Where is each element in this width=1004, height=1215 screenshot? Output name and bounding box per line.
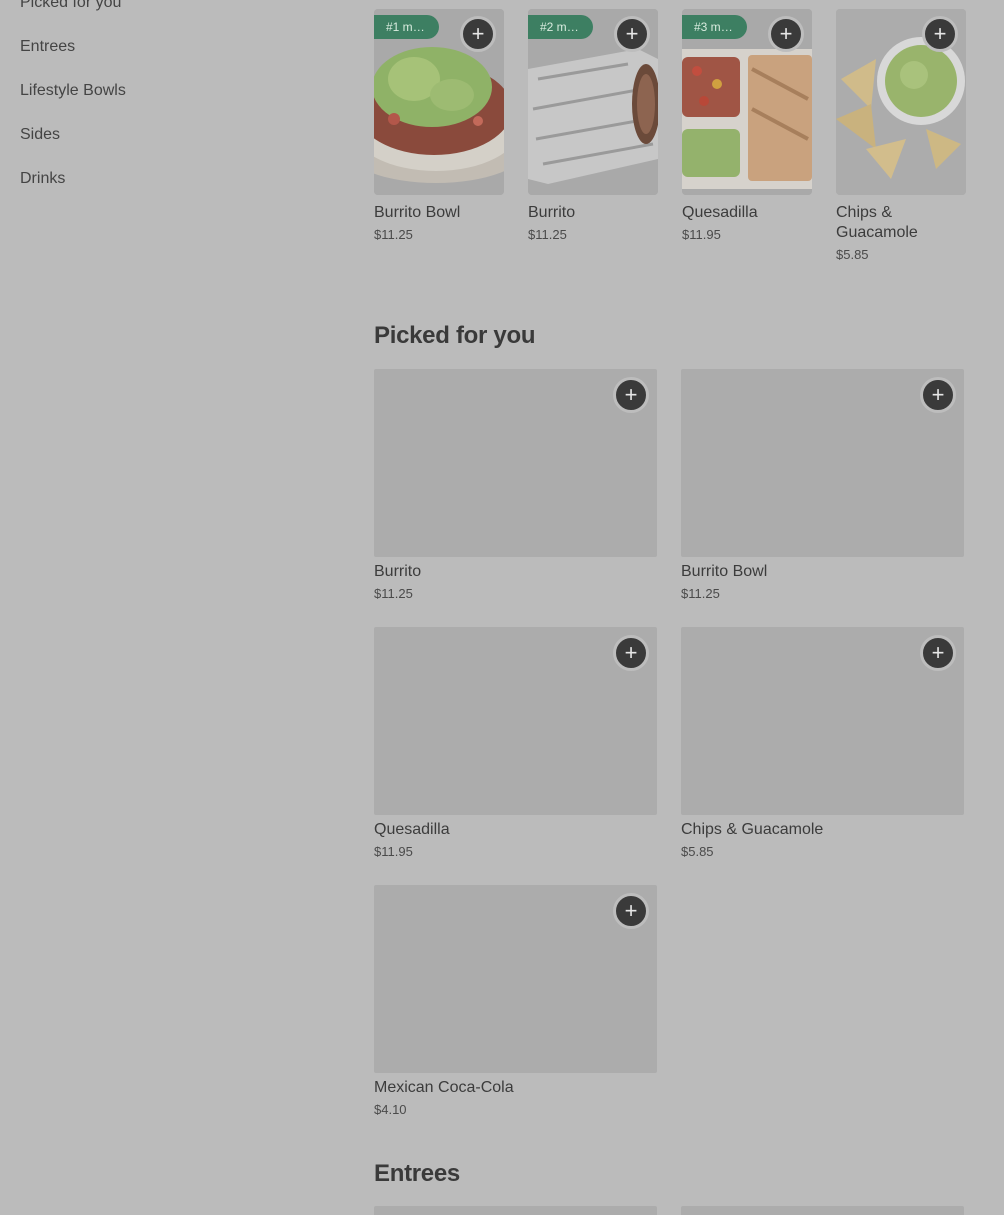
item-price: $11.25: [374, 227, 413, 242]
item-name: Burrito: [374, 563, 422, 580]
add-to-cart-button[interactable]: +: [614, 16, 650, 52]
sidebar-item-entrees[interactable]: Entrees: [20, 32, 320, 76]
plus-icon: +: [931, 640, 945, 665]
rank-badge: #1 most liked: [374, 15, 439, 39]
item-image-placeholder: +: [681, 369, 964, 557]
plus-icon: +: [931, 382, 945, 407]
item-name: Quesadilla: [374, 821, 450, 838]
menu-item-card[interactable]: + Mexican Coca-Cola $4.10: [374, 885, 657, 1118]
section-title-entrees: Entrees: [374, 1160, 460, 1187]
sidebar-item-sides[interactable]: Sides: [20, 120, 320, 164]
item-price: $11.95: [374, 844, 413, 859]
section-title-picked-for-you: Picked for you: [374, 322, 536, 349]
add-to-cart-button[interactable]: +: [613, 893, 649, 929]
category-sidebar: Picked for you Entrees Lifestyle Bowls S…: [20, 0, 320, 208]
add-to-cart-button[interactable]: +: [920, 377, 956, 413]
popular-item-card[interactable]: #3 most liked + Quesadilla $11.95: [682, 9, 812, 263]
item-image-placeholder[interactable]: [681, 1206, 964, 1215]
plus-icon: +: [779, 21, 793, 46]
item-image-placeholder: +: [374, 885, 657, 1073]
item-image-placeholder: +: [374, 627, 657, 815]
plus-icon: +: [624, 640, 638, 665]
item-image-placeholder[interactable]: [374, 1206, 657, 1215]
add-to-cart-button[interactable]: +: [922, 16, 958, 52]
item-name: Burrito Bowl: [374, 204, 461, 221]
rank-badge: #3 most liked: [682, 15, 747, 39]
item-name: Burrito: [528, 204, 576, 221]
add-to-cart-button[interactable]: +: [920, 635, 956, 671]
item-name: Mexican Coca-Cola: [374, 1079, 514, 1096]
item-image-placeholder: +: [374, 369, 657, 557]
item-name: Burrito Bowl: [681, 563, 768, 580]
plus-icon: +: [933, 21, 947, 46]
popular-items-row: #1 most liked + Burrito Bowl $11.25 #2 m…: [374, 9, 966, 263]
item-name: Chips & Guacamole: [681, 821, 824, 838]
popular-item-card[interactable]: + Chips & Guacamole $5.85: [836, 9, 966, 263]
item-price: $11.25: [528, 227, 567, 242]
plus-icon: +: [625, 21, 639, 46]
sidebar-item-lifestyle-bowls[interactable]: Lifestyle Bowls: [20, 76, 320, 120]
item-price: $11.95: [682, 227, 721, 242]
add-to-cart-button[interactable]: +: [460, 16, 496, 52]
menu-item-card[interactable]: + Chips & Guacamole $5.85: [681, 627, 964, 860]
item-price: $11.25: [374, 586, 413, 601]
item-name: Chips & Guacamole: [836, 204, 918, 241]
add-to-cart-button[interactable]: +: [768, 16, 804, 52]
item-price: $5.85: [681, 844, 714, 859]
menu-item-card[interactable]: + Burrito $11.25: [374, 369, 657, 602]
menu-item-card[interactable]: + Burrito Bowl $11.25: [681, 369, 964, 602]
plus-icon: +: [624, 898, 638, 923]
add-to-cart-button[interactable]: +: [613, 377, 649, 413]
item-price: $11.25: [681, 586, 720, 601]
item-price: $4.10: [374, 1102, 407, 1117]
rank-badge: #2 most liked: [528, 15, 593, 39]
item-name: Quesadilla: [682, 204, 758, 221]
sidebar-item-drinks[interactable]: Drinks: [20, 164, 320, 208]
sidebar-item-picked-for-you[interactable]: Picked for you: [20, 0, 320, 32]
add-to-cart-button[interactable]: +: [613, 635, 649, 671]
item-price: $5.85: [836, 247, 869, 262]
popular-item-card[interactable]: #1 most liked + Burrito Bowl $11.25: [374, 9, 504, 263]
plus-icon: +: [471, 21, 485, 46]
menu-item-card[interactable]: + Quesadilla $11.95: [374, 627, 657, 860]
item-image-placeholder: +: [681, 627, 964, 815]
plus-icon: +: [624, 382, 638, 407]
popular-item-card[interactable]: #2 most liked + Burrito $11.25: [528, 9, 658, 263]
